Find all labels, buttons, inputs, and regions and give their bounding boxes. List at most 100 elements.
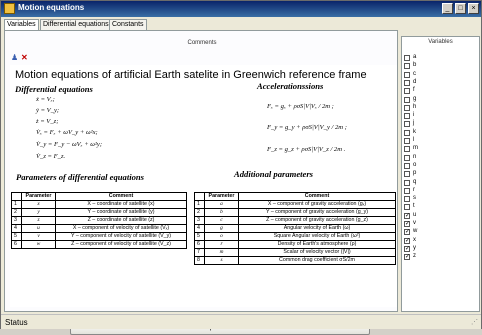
- variable-checkbox[interactable]: [404, 55, 410, 61]
- table-cell: c: [204, 216, 239, 225]
- variable-label: p: [413, 170, 417, 177]
- resize-grip-icon[interactable]: ⋰: [471, 319, 479, 327]
- variable-checkbox[interactable]: [404, 162, 410, 169]
- table-cell: X – coordinate of satellite (x): [55, 200, 187, 209]
- variable-checkbox[interactable]: ✓: [404, 245, 410, 252]
- variable-checkbox[interactable]: [404, 204, 410, 211]
- variable-checkbox[interactable]: [404, 113, 410, 120]
- diff-eq: V̇_y = F_y − ωVₓ + ω²y;: [36, 141, 103, 148]
- variable-label: t: [413, 203, 415, 210]
- variable-checkbox[interactable]: [404, 88, 410, 95]
- table-cell: 8: [194, 256, 205, 265]
- tab-constants[interactable]: Constants: [109, 19, 147, 30]
- status-text: Status: [5, 318, 28, 327]
- window-title: Motion equations: [18, 3, 85, 12]
- table-cell: u: [21, 224, 56, 233]
- comments-toolbar: ♟ ✕: [11, 54, 31, 64]
- table-header: Comment: [55, 192, 187, 201]
- variable-label: r: [413, 186, 415, 193]
- table-cell: o: [204, 232, 239, 241]
- variables-heading: Variables: [428, 39, 453, 45]
- variable-checkbox[interactable]: [404, 104, 410, 111]
- table-cell: 6: [11, 240, 22, 249]
- variable-checkbox[interactable]: [404, 121, 410, 128]
- table-header: [11, 192, 22, 201]
- variable-checkbox[interactable]: [404, 171, 410, 178]
- params-table: Parameter Comment 1xX – coordinate of sa…: [11, 192, 187, 249]
- variable-label: o: [413, 161, 417, 168]
- variable-checkbox[interactable]: ✓: [404, 237, 410, 244]
- variable-checkbox[interactable]: [404, 154, 410, 161]
- variable-checkbox[interactable]: [404, 187, 410, 194]
- table-row: 1xX – coordinate of satellite (x): [11, 200, 187, 209]
- variable-checkbox[interactable]: ✓: [404, 212, 410, 219]
- table-row: 2yY – coordinate of satellite (y): [11, 208, 187, 217]
- table-row: 5 o Square Angular velocity of Earth (ω²): [194, 232, 396, 241]
- table-header: Parameter: [204, 192, 239, 201]
- tab-differential-equations[interactable]: Differential equations: [40, 19, 112, 30]
- app-icon: [4, 3, 15, 14]
- comments-document[interactable]: Motion equations of artificial Earth sat…: [10, 65, 397, 307]
- variable-checkbox[interactable]: [404, 71, 410, 78]
- variable-label: k: [413, 128, 416, 135]
- variable-label: h: [413, 103, 417, 110]
- maximize-button[interactable]: □: [455, 3, 466, 14]
- title-bar[interactable]: Motion equations _ □ ×: [1, 1, 481, 17]
- table-cell: Z – coordinate of satellite (z): [55, 216, 187, 225]
- table-cell: Square Angular velocity of Earth (ω²): [238, 232, 396, 241]
- variable-label: a: [413, 54, 417, 60]
- document-title: Motion equations of artificial Earth sat…: [15, 69, 367, 81]
- variable-label: i: [413, 112, 415, 119]
- person-icon[interactable]: ♟: [11, 54, 19, 62]
- variable-checkbox[interactable]: [404, 129, 410, 136]
- table-row: 2bY – component of gravity acceleration …: [194, 208, 396, 217]
- variable-label: z: [413, 253, 416, 260]
- table-row: 4 g Angular velocity of Earth (ω): [194, 224, 396, 233]
- diff-eq: ż = V_z;: [36, 118, 59, 125]
- app-window: Motion equations _ □ × Variables Differe…: [0, 0, 482, 335]
- variable-checkbox[interactable]: [404, 196, 410, 203]
- variable-checkbox[interactable]: ✓: [404, 229, 410, 236]
- tab-variables[interactable]: Variables: [4, 19, 39, 30]
- table-cell: y: [21, 208, 56, 217]
- table-cell: m: [204, 248, 239, 257]
- acc-eq: F_y = g_y + ρσS|V|V_y / 2m ;: [267, 124, 347, 131]
- table-row: 6 r Density of Earth's atmosphere (ρ): [194, 240, 396, 249]
- variables-panel: Variables a b c d f g h i j k l m n o p q r s t ✓ u ✓ v ✓ w ✓ x ✓ y ✓…: [401, 36, 480, 312]
- table-cell: Y – component of gravity acceleration (g…: [238, 208, 396, 217]
- table-header-row: Parameter Comment: [11, 192, 187, 201]
- variable-checkbox[interactable]: [404, 179, 410, 186]
- table-cell: 1: [194, 200, 205, 209]
- variable-checkbox[interactable]: [404, 63, 410, 70]
- table-cell: 6: [194, 240, 205, 249]
- variable-label: q: [413, 178, 417, 185]
- table-row: 7 m Scalar of velocity vector (|V|): [194, 248, 396, 257]
- minimize-button[interactable]: _: [442, 3, 453, 14]
- variable-label: j: [413, 120, 415, 127]
- variable-checkbox[interactable]: [404, 138, 410, 144]
- table-cell: 2: [11, 208, 22, 217]
- table-row: 1aX – component of gravity acceleration …: [194, 200, 396, 209]
- variable-checkbox[interactable]: [404, 79, 410, 86]
- table-cell: x: [21, 200, 56, 209]
- table-row: 8 s Common drag coefficient σS/2m: [194, 256, 396, 265]
- variable-checkbox[interactable]: [404, 96, 410, 103]
- close-icon[interactable]: ✕: [21, 54, 29, 62]
- table-row: 4uX – component of velocity of satellite…: [11, 224, 187, 233]
- table-cell: Density of Earth's atmosphere (ρ): [238, 240, 396, 249]
- variable-checkbox[interactable]: ✓: [404, 221, 410, 227]
- variable-checkbox[interactable]: ✓: [404, 254, 410, 261]
- acc-eq: Fₓ = gₓ + ρσS|V|Vₓ / 2m ;: [267, 103, 334, 110]
- variable-label: u: [413, 211, 417, 218]
- table-cell: 7: [194, 248, 205, 257]
- close-button[interactable]: ×: [468, 3, 479, 14]
- table-cell: z: [21, 216, 56, 225]
- variable-label: x: [413, 236, 416, 243]
- table-cell: a: [204, 200, 239, 209]
- diff-eq: ẏ = V_y;: [36, 107, 60, 114]
- variable-label: v: [413, 220, 416, 226]
- variable-label: n: [413, 153, 417, 160]
- table-header: Parameter: [21, 192, 56, 201]
- variable-checkbox[interactable]: [404, 146, 410, 153]
- additional-table: Parameter Comment 1aX – component of gra…: [194, 192, 396, 265]
